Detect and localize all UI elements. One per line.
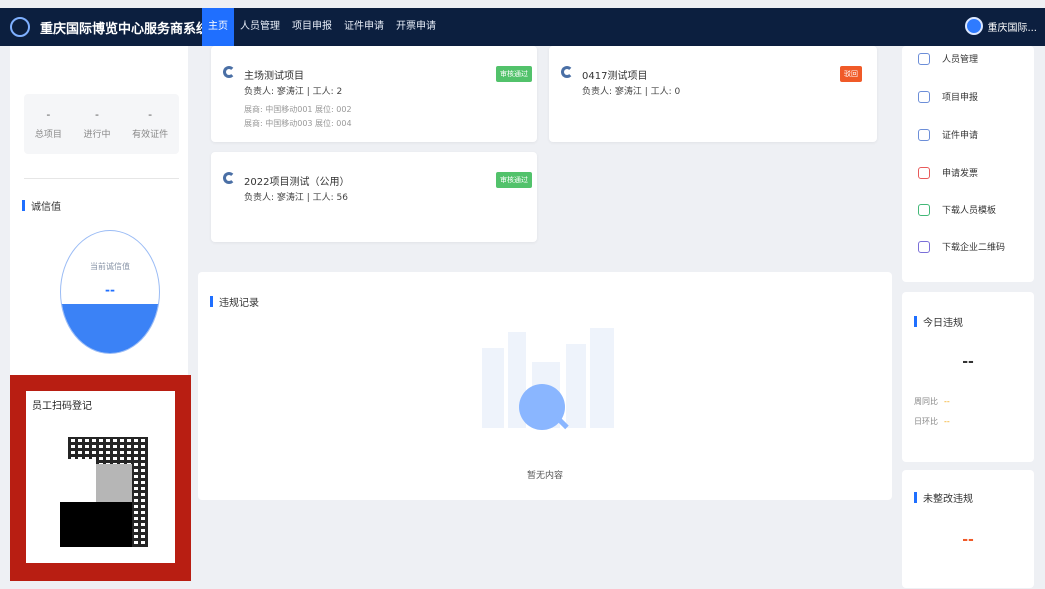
project-icon <box>223 172 235 184</box>
project-meta: 负责人: 寥涛江 | 工人: 56 <box>244 193 348 203</box>
nav-personnel[interactable]: 人员管理 <box>234 8 286 46</box>
title-bar <box>210 296 213 307</box>
gauge-fill <box>61 304 159 353</box>
violation-title: 违规记录 <box>210 294 259 309</box>
user-name[interactable]: 重庆国际... <box>987 19 1037 34</box>
download-icon <box>918 203 930 216</box>
project-list: 主场测试项目 负责人: 寥涛江 | 工人: 2 展商: 中国移动001 展位: … <box>200 46 892 262</box>
link-label[interactable]: 申请发票 <box>942 166 978 179</box>
avatar[interactable] <box>965 17 984 35</box>
stat-value: - <box>94 108 99 121</box>
unfixed-violations: 未整改违规 -- <box>902 470 1034 588</box>
nav-project-declare[interactable]: 项目申报 <box>286 8 338 46</box>
divider <box>24 178 179 179</box>
file-icon <box>918 90 930 103</box>
stat-label: 有效证件 <box>132 130 169 140</box>
link-label[interactable]: 下载人员模板 <box>942 203 996 216</box>
week-ratio: 周同比 -- <box>914 396 950 407</box>
file-icon <box>918 52 930 65</box>
stat-label: 总项目 <box>34 130 62 140</box>
link-download-qrcode[interactable]: 下载企业二维码 <box>918 240 1005 253</box>
link-download-template[interactable]: 下载人员模板 <box>918 203 996 216</box>
today-value: -- <box>962 354 974 370</box>
violation-title-text: 违规记录 <box>219 298 259 309</box>
title-bar <box>914 316 917 327</box>
week-label: 周同比 <box>914 397 938 406</box>
title-bar <box>22 200 25 211</box>
project-name[interactable]: 主场测试项目 <box>244 67 304 82</box>
link-label[interactable]: 证件申请 <box>942 128 978 141</box>
stat-value: - <box>46 108 51 121</box>
qrcode-icon <box>918 240 930 253</box>
credit-title-text: 诚信值 <box>31 202 61 213</box>
top-nav-bar: 重庆国际博览中心服务商系统 主页 人员管理 项目申报 证件申请 开票申请 重庆国… <box>0 8 1045 46</box>
unfixed-value: -- <box>962 532 974 548</box>
nav-certificate-apply[interactable]: 证件申请 <box>338 8 390 46</box>
title-bar <box>914 492 917 503</box>
credit-title: 诚信值 <box>22 198 61 213</box>
link-label[interactable]: 项目申报 <box>942 90 978 103</box>
link-personnel[interactable]: 人员管理 <box>918 52 978 65</box>
stat-total-projects: - 总项目 <box>35 108 62 140</box>
redacted-area <box>26 459 96 502</box>
link-label[interactable]: 下载企业二维码 <box>942 240 1005 253</box>
qr-title: 员工扫码登记 <box>32 401 92 412</box>
qr-card-inner: 员工扫码登记 <box>26 391 175 563</box>
project-meta: 负责人: 寥涛江 | 工人: 2 <box>244 87 343 97</box>
unfixed-title: 未整改违规 <box>914 490 973 505</box>
app-logo-icon <box>10 17 30 37</box>
link-label[interactable]: 人员管理 <box>942 52 978 65</box>
day-label: 日环比 <box>914 417 938 426</box>
unfixed-title-text: 未整改违规 <box>923 494 973 505</box>
today-title-text: 今日违规 <box>923 318 963 329</box>
project-name[interactable]: 0417测试项目 <box>582 67 647 82</box>
redacted-area <box>60 502 132 547</box>
app-title: 重庆国际博览中心服务商系统 <box>40 21 210 37</box>
today-title: 今日违规 <box>914 314 963 329</box>
stat-valid-certs: - 有效证件 <box>132 108 168 140</box>
project-exhibitor: 展商: 中国移动001 展位: 002 <box>244 105 352 114</box>
link-apply-invoice[interactable]: 申请发票 <box>918 166 978 179</box>
main-nav: 主页 人员管理 项目申报 证件申请 开票申请 <box>202 8 442 46</box>
project-name[interactable]: 2022项目测试（公用） <box>244 173 349 188</box>
today-violations: 今日违规 -- 周同比 -- 日环比 -- <box>902 292 1034 462</box>
project-exhibitor: 展商: 中国移动003 展位: 004 <box>244 119 352 128</box>
project-card[interactable]: 主场测试项目 负责人: 寥涛江 | 工人: 2 展商: 中国移动001 展位: … <box>211 46 537 142</box>
nav-invoice-apply[interactable]: 开票申请 <box>390 8 442 46</box>
nav-home[interactable]: 主页 <box>202 8 234 46</box>
gauge-label: 当前诚信值 <box>90 262 130 271</box>
stat-in-progress: - 进行中 <box>83 108 110 140</box>
project-icon <box>561 66 573 78</box>
status-badge: 驳回 <box>840 66 862 82</box>
link-project-declare[interactable]: 项目申报 <box>918 90 978 103</box>
project-meta: 负责人: 寥涛江 | 工人: 0 <box>582 87 681 97</box>
stats-summary: - 总项目 - 进行中 - 有效证件 <box>24 94 179 154</box>
violation-records: 违规记录 暂无内容 <box>198 272 892 500</box>
status-badge: 审核通过 <box>496 172 532 188</box>
file-icon <box>918 128 930 141</box>
project-card[interactable]: 2022项目测试（公用） 负责人: 寥涛江 | 工人: 56 审核通过 <box>211 152 537 242</box>
user-menu[interactable]: 重庆国际... <box>965 17 1037 35</box>
quick-links: 人员管理 项目申报 证件申请 申请发票 下载人员模板 下载企业二维码 <box>902 46 1034 282</box>
invoice-icon <box>918 166 930 179</box>
status-badge: 审核通过 <box>496 66 532 82</box>
week-value: -- <box>944 397 950 406</box>
project-icon <box>223 66 235 78</box>
gauge-value: -- <box>105 283 115 297</box>
stat-label: 进行中 <box>83 130 111 140</box>
staff-scan-card: 员工扫码登记 <box>10 375 191 581</box>
link-certificate-apply[interactable]: 证件申请 <box>918 128 978 141</box>
redacted-area <box>96 464 132 502</box>
empty-state-text: 暂无内容 <box>526 471 563 481</box>
credit-gauge: 当前诚信值 -- <box>60 230 160 354</box>
stat-value: - <box>148 108 153 121</box>
day-value: -- <box>944 417 950 426</box>
day-ratio: 日环比 -- <box>914 416 950 427</box>
project-card[interactable]: 0417测试项目 负责人: 寥涛江 | 工人: 0 驳回 <box>549 46 877 142</box>
